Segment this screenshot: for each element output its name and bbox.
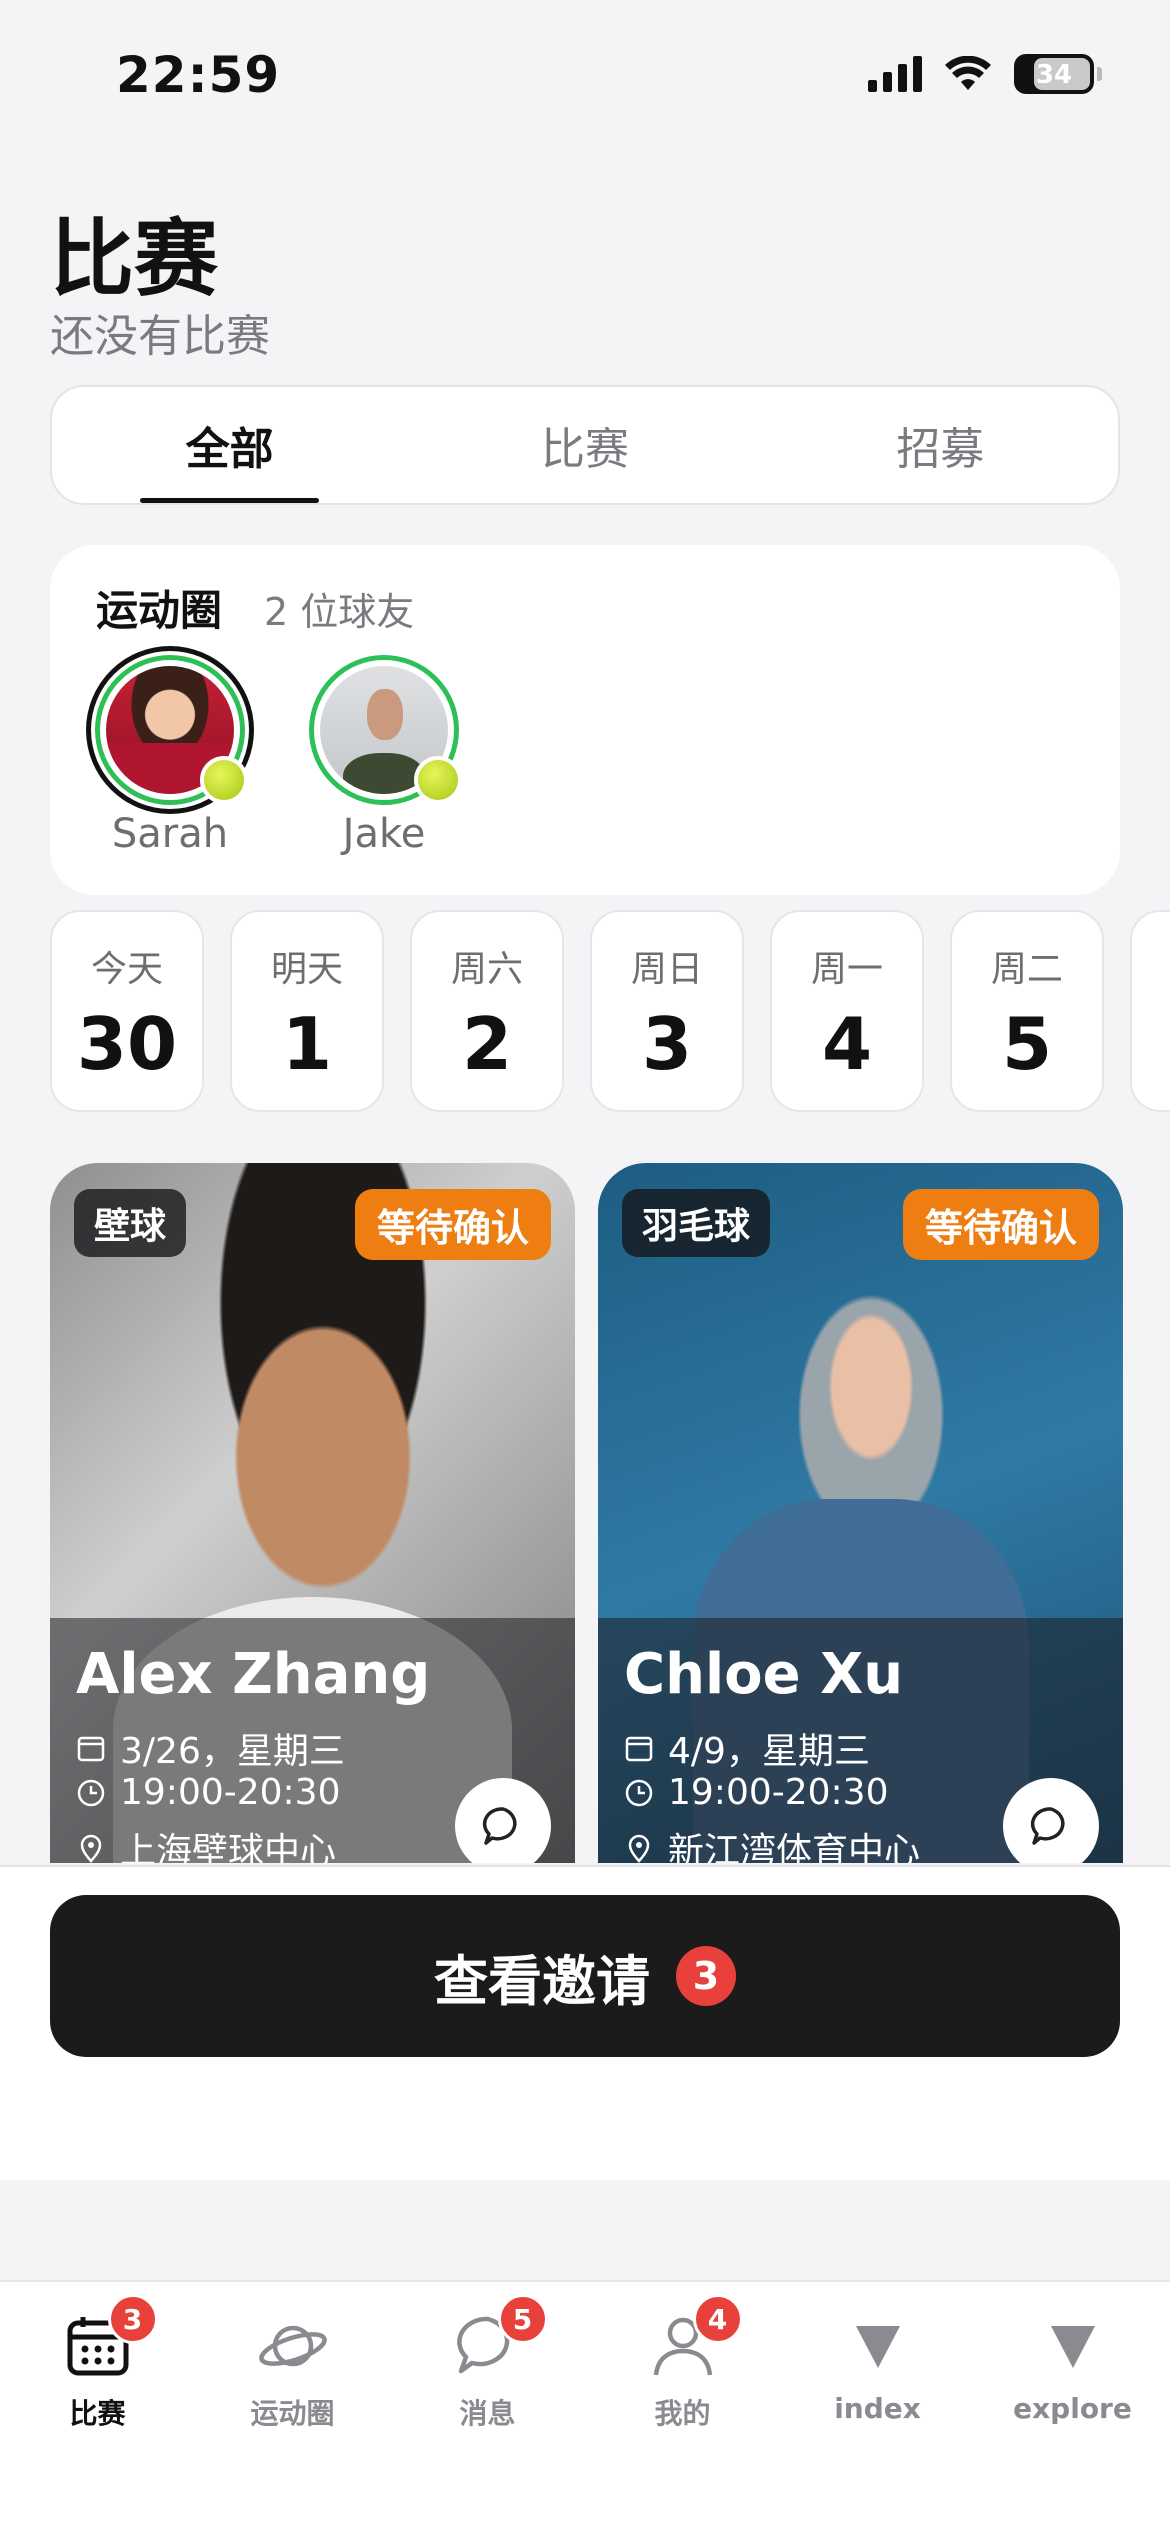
filter-tabs: 全部 比赛 招募 <box>50 385 1120 505</box>
chat-bubble-icon <box>482 1807 517 1845</box>
day-chip-today[interactable]: 今天 30 <box>50 910 204 1112</box>
friend-name: Jake <box>342 811 426 857</box>
page-subtitle: 还没有比赛 <box>50 311 270 362</box>
player-name: Chloe Xu <box>624 1642 904 1707</box>
circle-count: 2 位球友 <box>264 590 415 634</box>
battery-icon: 34 <box>1014 54 1102 94</box>
planet-icon <box>255 2308 331 2384</box>
invite-count-badge: 3 <box>676 1946 736 2006</box>
day-weekday: 周六 <box>450 949 523 990</box>
tabbar-item-explore[interactable]: explore <box>975 2282 1170 2532</box>
clock-icon <box>77 1779 105 1806</box>
match-time: 19:00-20:30 <box>120 1772 341 1813</box>
match-location-row: 新江湾体育中心 <box>624 1822 920 1863</box>
tab-recruit[interactable]: 招募 <box>763 387 1118 503</box>
friend-name: Sarah <box>111 811 229 857</box>
avatar <box>95 655 248 805</box>
day-chip[interactable]: 周一 4 <box>770 910 924 1112</box>
match-card[interactable]: 羽毛球 等待确认 Chloe Xu 4/9，星期三 19:00-20:30 新江… <box>598 1163 1123 1863</box>
wifi-icon <box>945 56 991 90</box>
tabbar-badge: 4 <box>692 2294 743 2344</box>
chat-button[interactable] <box>455 1778 551 1863</box>
match-time: 19:00-20:30 <box>668 1772 889 1813</box>
chat-button[interactable] <box>1003 1778 1099 1863</box>
sport-tag: 羽毛球 <box>622 1189 771 1257</box>
tab-all[interactable]: 全部 <box>52 387 407 503</box>
avatar <box>309 655 462 805</box>
sport-tag: 壁球 <box>74 1189 187 1257</box>
day-number: 4 <box>821 1002 873 1086</box>
day-chip[interactable]: 周日 3 <box>590 910 744 1112</box>
day-weekday: 今天 <box>90 949 163 990</box>
tabbar-badge: 3 <box>107 2294 158 2344</box>
tennis-ball-icon <box>200 756 248 804</box>
calendar-icon <box>625 1736 653 1762</box>
tabbar-label: 消息 <box>459 2397 516 2430</box>
tennis-ball-icon <box>414 756 462 804</box>
clock-icon <box>625 1779 653 1806</box>
tabbar-item-profile[interactable]: 我的 4 <box>585 2282 780 2532</box>
battery-level: 34 <box>1035 60 1073 90</box>
match-info: Alex Zhang 3/26，星期三 19:00-20:30 上海壁球中心 <box>50 1618 575 1863</box>
friend-jake[interactable]: Jake <box>294 655 474 857</box>
calendar-icon <box>77 1736 105 1762</box>
match-location-row: 上海壁球中心 <box>76 1822 336 1863</box>
tabbar-label: 比赛 <box>69 2397 126 2430</box>
page-title: 比赛 <box>50 210 219 308</box>
match-date-row: 4/9，星期三 <box>624 1722 870 1774</box>
invite-sheet: 查看邀请 3 <box>0 1865 1170 2180</box>
view-invites-label: 查看邀请 <box>434 1949 650 2013</box>
tabbar-label: explore <box>1013 2392 1132 2425</box>
day-chip[interactable]: 周六 2 <box>410 910 564 1112</box>
day-chip-partial[interactable] <box>1130 910 1170 1112</box>
view-invites-button[interactable]: 查看邀请 3 <box>50 1895 1120 2057</box>
location-pin-icon <box>80 1834 102 1863</box>
day-number: 2 <box>461 1002 513 1086</box>
day-number: 3 <box>641 1002 693 1086</box>
tabbar-label: 我的 <box>654 2397 711 2430</box>
player-name: Alex Zhang <box>76 1642 431 1707</box>
tabbar-item-matches[interactable]: 比赛 3 <box>0 2282 195 2532</box>
match-info: Chloe Xu 4/9，星期三 19:00-20:30 新江湾体育中心 <box>598 1618 1123 1863</box>
day-weekday: 周一 <box>810 949 883 990</box>
sports-circle-card: 运动圈 2 位球友 Sarah Jake <box>50 545 1120 895</box>
status-time: 22:59 <box>116 46 281 104</box>
friend-sarah[interactable]: Sarah <box>80 655 260 857</box>
tabbar-item-circle[interactable]: 运动圈 <box>195 2282 390 2532</box>
day-weekday: 周日 <box>630 949 703 990</box>
location-pin-icon <box>628 1834 650 1863</box>
cellular-signal-icon <box>868 56 922 92</box>
tabbar-item-messages[interactable]: 消息 5 <box>390 2282 585 2532</box>
circle-title: 运动圈 <box>96 586 223 635</box>
status-icons: 34 <box>868 54 1102 94</box>
status-badge: 等待确认 <box>902 1189 1099 1260</box>
match-date-row: 3/26，星期三 <box>76 1722 345 1774</box>
tabbar-badge: 5 <box>497 2294 548 2344</box>
day-chip[interactable]: 明天 1 <box>230 910 384 1112</box>
chat-bubble-icon <box>1030 1807 1065 1845</box>
match-date: 4/9，星期三 <box>668 1731 870 1772</box>
day-number: 5 <box>1001 1002 1053 1086</box>
match-location: 上海壁球中心 <box>120 1831 337 1863</box>
triangle-down-icon <box>1035 2308 1111 2384</box>
day-number: 30 <box>76 1002 178 1086</box>
triangle-down-icon <box>840 2308 916 2384</box>
match-location: 新江湾体育中心 <box>668 1831 921 1863</box>
bottom-tab-bar: 比赛 3 运动圈 消息 5 我的 4 index explore <box>0 2280 1170 2532</box>
day-number: 1 <box>281 1002 333 1086</box>
match-date: 3/26，星期三 <box>120 1731 345 1772</box>
tabbar-label: index <box>834 2392 921 2425</box>
match-time-row: 19:00-20:30 <box>76 1772 340 1813</box>
match-card[interactable]: 壁球 等待确认 Alex Zhang 3/26，星期三 19:00-20:30 … <box>50 1163 575 1863</box>
day-weekday: 周二 <box>990 949 1063 990</box>
day-weekday: 明天 <box>270 949 343 990</box>
tab-matches[interactable]: 比赛 <box>407 387 762 503</box>
status-badge: 等待确认 <box>354 1189 551 1260</box>
day-chip[interactable]: 周二 5 <box>950 910 1104 1112</box>
tabbar-label: 运动圈 <box>250 2397 335 2430</box>
match-time-row: 19:00-20:30 <box>624 1772 888 1813</box>
tabbar-item-index[interactable]: index <box>780 2282 975 2532</box>
